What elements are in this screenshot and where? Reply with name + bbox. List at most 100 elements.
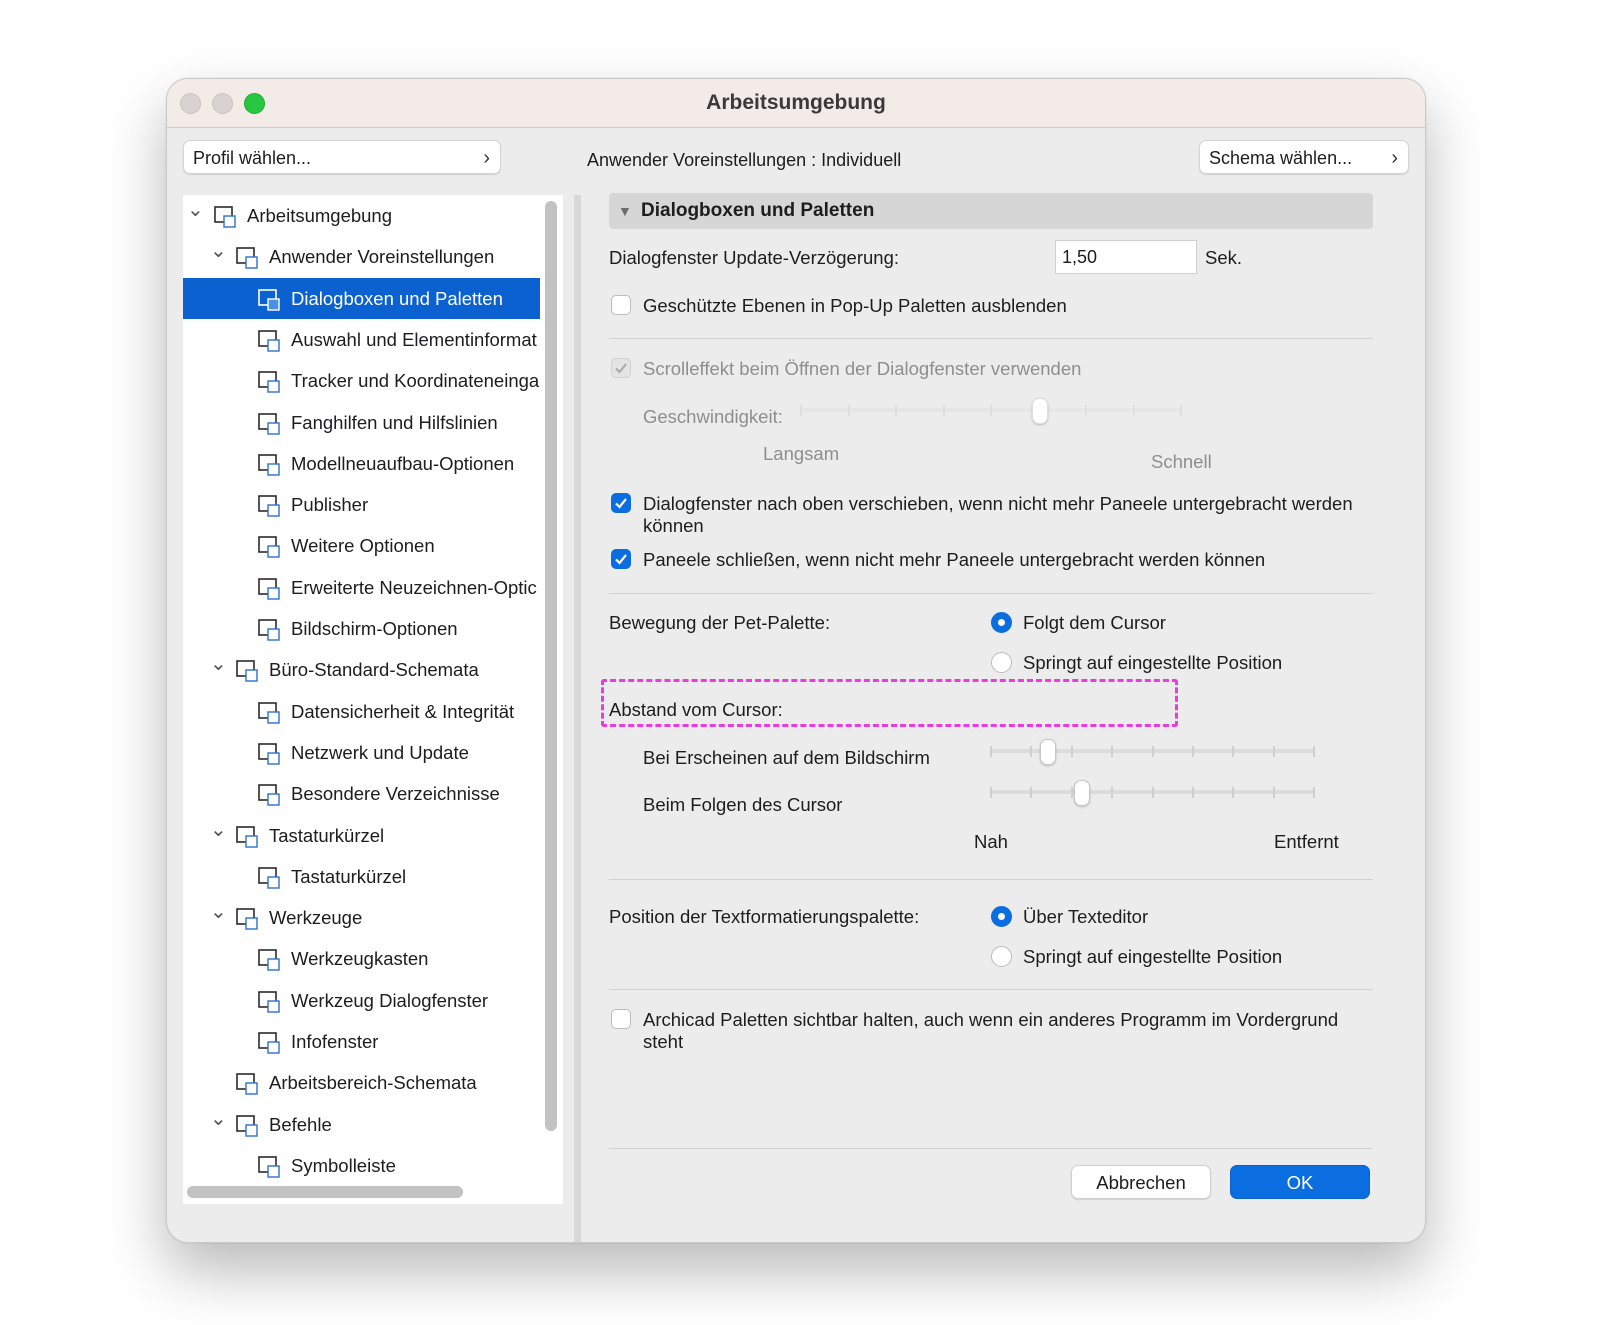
tree-item[interactable]: Datensicherheit & Integrität [183,691,540,732]
pet-palette-jump-label: Springt auf eingestellte Position [1023,652,1283,673]
tree-item[interactable]: ⌄ Tastaturkürzel [183,815,540,856]
text-palette-jump-radio[interactable] [991,946,1012,967]
update-delay-label: Dialogfenster Update-Verzögerung: [609,247,900,268]
slider-tick [1313,787,1315,798]
tree-item[interactable]: Tastaturkürzel [183,856,540,897]
slider-tick [1232,746,1235,757]
tools-icon [235,905,261,931]
speed-min-label: Langsam [763,443,840,464]
tree-item-label: Fanghilfen und Hilfslinien [291,411,498,433]
tree-item[interactable]: Modellneuaufbau-Optionen [183,443,540,484]
slider-knob[interactable] [1073,780,1090,806]
far-label: Entfernt [1274,831,1339,852]
profile-select-button[interactable]: Profil wählen... › [183,140,501,174]
schema-select-button[interactable]: Schema wählen... › [1199,140,1409,174]
update-delay-input[interactable]: 1,50 [1055,240,1197,274]
text-palette-above-label: Über Texteditor [1023,906,1149,927]
tree-item[interactable]: Weitere Optionen [183,525,540,566]
disclosure-triangle-icon: ▼ [618,203,632,219]
hide-protected-layers-checkbox[interactable] [611,295,631,315]
model-rebuild-icon [257,451,283,477]
selection-info-icon [257,327,283,353]
slider-tick [895,405,897,416]
tree-item[interactable]: ⌄ Arbeitsumgebung [183,195,540,236]
slider-tick [847,405,850,416]
cursor-distance-label: Abstand vom Cursor: [609,699,783,720]
pet-palette-jump-radio[interactable] [991,652,1012,673]
appear-distance-slider[interactable] [990,738,1315,765]
tree-item-label: Dialogboxen und Paletten [291,287,503,309]
chevron-down-icon[interactable]: ⌄ [210,649,227,679]
tree-vertical-scrollbar[interactable] [545,201,557,1131]
slider-knob[interactable] [1039,739,1056,765]
scroll-effect-checkbox[interactable] [611,358,631,378]
workspace-schemes-icon [235,1070,261,1096]
tree-item[interactable]: Dialogboxen und Paletten [183,277,540,319]
tree-item[interactable]: Werkzeug Dialogfenster [183,980,540,1021]
close-panels-label: Paneele schließen, wenn nicht mehr Panee… [643,549,1266,570]
ok-button[interactable]: OK [1230,1165,1370,1199]
tree-item[interactable]: Publisher [183,484,540,525]
text-palette-above-radio[interactable] [991,906,1012,927]
tree-item[interactable]: Infofenster [183,1021,540,1062]
slider-tick [800,405,802,416]
split-divider[interactable] [574,195,581,1242]
settings-tree[interactable]: Symbolleiste ⌄ Befehle Arbeitsbereich-Schem… [183,195,563,1204]
speed-slider [800,397,1182,424]
tree-item[interactable]: ⌄ Büro-Standard-Schemata [183,649,540,690]
tree-item-label: Befehle [269,1113,332,1135]
tree-item[interactable]: ⌄ Werkzeuge [183,897,540,938]
tree-item-label: Infofenster [291,1031,379,1052]
snap-guides-icon [257,410,283,436]
tree-item[interactable]: Netzwerk und Update [183,732,540,773]
keep-visible-checkbox[interactable] [611,1009,631,1029]
tree-item[interactable]: Auswahl und Elementinformat [183,319,540,360]
hide-protected-layers-label: Geschützte Ebenen in Pop-Up Paletten aus… [643,295,1067,316]
tree-item[interactable]: Arbeitsbereich-Schemata [183,1062,540,1103]
tree-item-label: Auswahl und Elementinformat [291,328,537,350]
tree-item-label: Werkzeug Dialogfenster [291,989,489,1011]
keep-visible-label: Archicad Paletten sichtbar halten, auch … [643,1009,1339,1030]
tree-item[interactable]: Werkzeugkasten [183,938,540,979]
close-panels-checkbox[interactable] [611,549,631,569]
tree-horizontal-scrollbar[interactable] [187,1186,463,1198]
pet-palette-follow-radio[interactable] [991,612,1012,633]
tree-item[interactable]: Tracker und Koordinateneinga [183,360,540,401]
tree-item-label: Netzwerk und Update [291,741,469,763]
chevron-down-icon[interactable]: ⌄ [210,236,227,266]
follow-distance-slider[interactable] [990,779,1315,806]
chevron-down-icon[interactable]: ⌄ [210,1104,227,1134]
preferences-window: Arbeitsumgebung Profil wählen... › Anwen… [166,78,1426,1243]
tree-item[interactable]: ⌄ Befehle [183,1104,540,1145]
cancel-button[interactable]: Abbrechen [1071,1165,1211,1199]
checkmark-icon [615,498,627,509]
chevron-down-icon[interactable]: ⌄ [187,195,204,225]
tree-item[interactable]: Fanghilfen und Hilfslinien [183,402,540,443]
separator [609,338,1373,339]
slider-knob[interactable] [1031,398,1048,424]
chevron-down-icon[interactable]: ⌄ [210,815,227,845]
appear-label: Bei Erscheinen auf dem Bildschirm [643,747,930,768]
slider-tick [1132,405,1135,416]
workspace-icon [213,203,239,229]
chevron-down-icon[interactable]: ⌄ [210,897,227,927]
section-title: Dialogboxen und Paletten [641,200,875,221]
tree-item-label: Arbeitsbereich-Schemata [269,1072,477,1094]
speed-max-label: Schnell [1151,451,1212,472]
tree-item[interactable]: Symbolleiste [183,1145,540,1186]
toolbar-icon [257,1153,283,1179]
tree-item[interactable]: Bildschirm-Optionen [183,608,540,649]
data-safety-icon [257,699,283,725]
section-header[interactable]: ▼ Dialogboxen und Paletten [609,193,1373,229]
tree-item-label: Tastaturkürzel [291,865,407,887]
tree-item[interactable]: Erweiterte Neuzeichnen-Optic [183,567,540,608]
tree-item[interactable]: ⌄ Anwender Voreinstellungen [183,236,540,277]
slider-tick [1313,746,1315,757]
tree-item-label: Werkzeuge [269,907,363,929]
tree-item[interactable]: Besondere Verzeichnisse [183,773,540,814]
slider-tick [1272,787,1275,798]
tree-item-label: Tracker und Koordinateneinga [291,370,540,392]
move-dialogs-up-checkbox[interactable] [611,493,631,513]
tree-item-label: Erweiterte Neuzeichnen-Optic [291,576,537,598]
separator [609,593,1373,594]
